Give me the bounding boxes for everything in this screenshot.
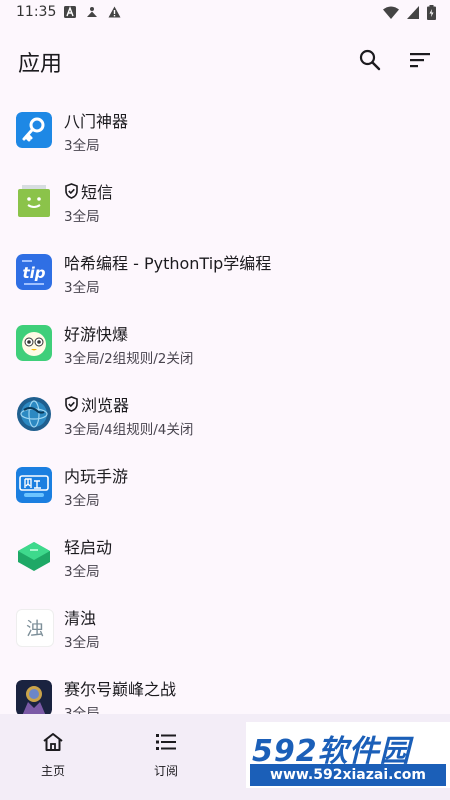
- shield-check-icon: [65, 183, 78, 199]
- battery-icon: [427, 5, 436, 20]
- app-name: 好游快爆: [64, 325, 129, 344]
- app-rule-summary: 3全局: [64, 280, 100, 296]
- home-icon: [43, 733, 63, 751]
- page-title: 应用: [18, 52, 63, 77]
- app-rule-summary: 3全局: [64, 564, 100, 580]
- app-rule-summary: 3全局: [64, 138, 100, 154]
- app-rule-summary: 3全局: [64, 209, 100, 225]
- qingzhuo-icon: 浊: [16, 609, 54, 647]
- app-row-bamen[interactable]: 八门神器 3全局: [0, 94, 450, 165]
- app-name: 浏览器: [64, 392, 129, 416]
- messages-icon: [16, 183, 52, 219]
- status-notification-icons: [64, 6, 121, 18]
- nav-home-label: 主页: [40, 764, 65, 778]
- search-icon: [359, 49, 381, 71]
- app-name: 轻启动: [64, 538, 113, 557]
- notification-a-icon: [64, 6, 76, 18]
- app-rule-summary: 3全局: [64, 635, 100, 651]
- status-time: 11:35: [16, 4, 57, 20]
- app-rule-summary: 3全局: [64, 493, 100, 509]
- sort-icon: [410, 53, 430, 68]
- seer-icon: [16, 680, 52, 714]
- shield-check-icon: [65, 396, 78, 412]
- sort-button[interactable]: [406, 46, 434, 74]
- signal-icon: [407, 6, 419, 19]
- status-system-icons: [383, 5, 436, 20]
- app-row-seer[interactable]: 赛尔号巅峰之战 3全局: [0, 662, 450, 714]
- quick-launch-icon: [16, 538, 52, 574]
- eight-gates-icon: [16, 112, 52, 148]
- list-icon: [156, 734, 176, 750]
- app-list[interactable]: 八门神器 3全局 短信 3全局 tip 哈希编程 - PythonTip学编程 …: [0, 94, 450, 714]
- svg-text:tip: tip: [22, 264, 45, 282]
- app-rule-summary: 3全局: [64, 706, 100, 714]
- nav-subscriptions[interactable]: 订阅: [136, 732, 196, 779]
- app-row-browser[interactable]: 浏览器 3全局/4组规则/4关闭: [0, 378, 450, 449]
- search-button[interactable]: [356, 46, 384, 74]
- app-name: 短信: [64, 179, 113, 203]
- nav-subscriptions-label: 订阅: [153, 764, 178, 778]
- haoyou-icon: [16, 325, 52, 361]
- status-bar: 11:35: [0, 0, 450, 26]
- notification-person-icon: [87, 7, 97, 17]
- app-rule-summary: 3全局/2组规则/2关闭: [64, 351, 194, 367]
- pythontip-icon: tip: [16, 254, 52, 290]
- nav-home[interactable]: 主页: [23, 732, 83, 779]
- watermark-badge: 592软件园 www.592xiazai.com: [246, 722, 450, 788]
- wifi-icon: [383, 6, 399, 19]
- top-app-bar: 应用: [0, 26, 450, 94]
- app-name: 内玩手游: [64, 467, 129, 486]
- app-row-qingzhuo[interactable]: 浊 清浊 3全局: [0, 591, 450, 662]
- app-name: 哈希编程 - PythonTip学编程: [64, 254, 272, 273]
- app-rule-summary: 3全局/4组规则/4关闭: [64, 422, 194, 438]
- watermark-url: www.592xiazai.com: [250, 764, 446, 786]
- app-row-neiwan[interactable]: 内玩手游 3全局: [0, 449, 450, 520]
- warning-icon: [108, 6, 121, 18]
- app-name: 八门神器: [64, 112, 129, 131]
- app-row-pythontip[interactable]: tip 哈希编程 - PythonTip学编程 3全局: [0, 236, 450, 307]
- app-row-quick-launch[interactable]: 轻启动 3全局: [0, 520, 450, 591]
- browser-icon: [16, 396, 52, 432]
- app-row-haoyou[interactable]: 好游快爆 3全局/2组规则/2关闭: [0, 307, 450, 378]
- neiwan-icon: [16, 467, 52, 503]
- qingzhuo-icon-glyph: 浊: [26, 619, 44, 640]
- app-row-messages[interactable]: 短信 3全局: [0, 165, 450, 236]
- app-name: 清浊: [64, 609, 97, 628]
- app-name: 赛尔号巅峰之战: [64, 680, 177, 699]
